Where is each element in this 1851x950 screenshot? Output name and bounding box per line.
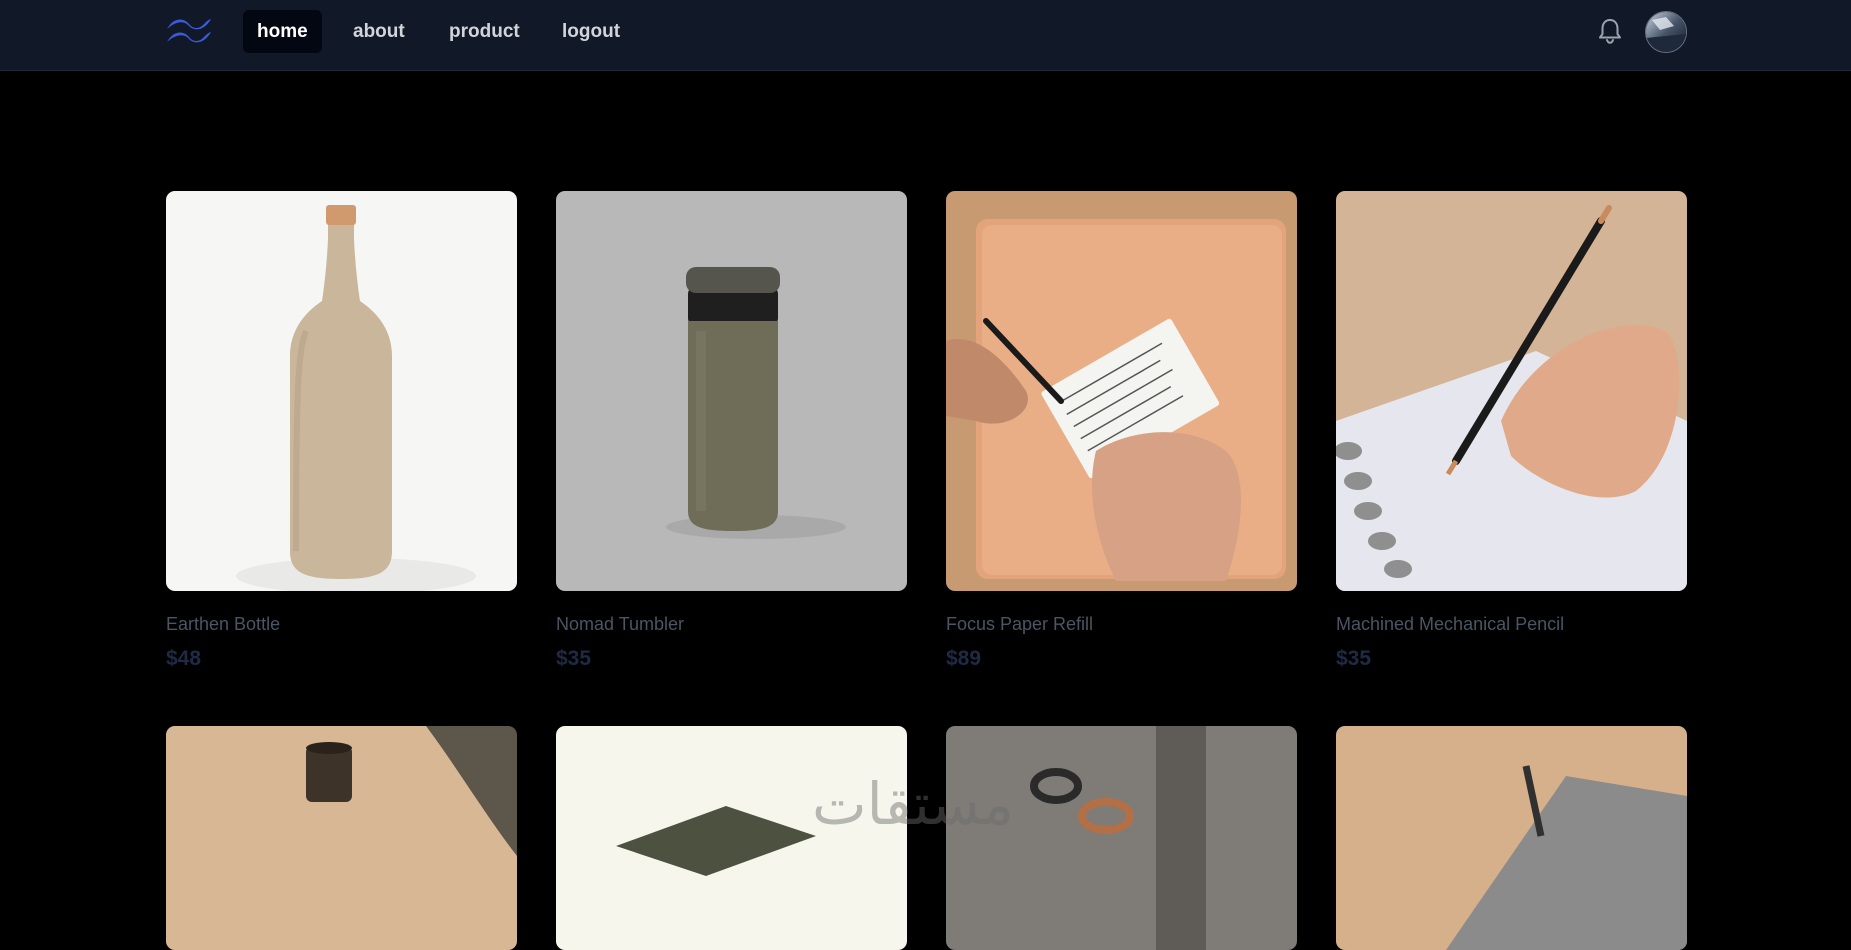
product-card-nomad-tumbler[interactable]: Nomad Tumbler $35 <box>556 191 907 673</box>
tailwind-logo-icon[interactable] <box>165 14 213 48</box>
product-price: $89 <box>946 647 982 670</box>
watermark-text: مستقات <box>812 770 1014 838</box>
product-card-earthen-bottle[interactable]: Earthen Bottle $48 <box>166 191 517 673</box>
product-image-earthen-bottle <box>166 191 517 591</box>
product-name: Machined Mechanical Pencil <box>1336 614 1565 634</box>
product-card-row2-1[interactable] <box>166 726 517 950</box>
avatar-photo <box>1646 12 1686 52</box>
product-card-row2-4[interactable] <box>1336 726 1687 950</box>
product-image <box>166 726 517 950</box>
product-image-focus-paper-refill <box>946 191 1297 591</box>
product-price: $48 <box>166 647 202 670</box>
avatar[interactable] <box>1645 11 1687 53</box>
product-price: $35 <box>1336 647 1372 670</box>
nav-home-link[interactable]: home <box>243 10 322 53</box>
product-image <box>1336 726 1687 950</box>
product-name: Focus Paper Refill <box>946 614 1094 634</box>
product-name: Nomad Tumbler <box>556 614 685 634</box>
product-image <box>946 726 1297 950</box>
product-card-focus-paper-refill[interactable]: Focus Paper Refill $89 <box>946 191 1297 673</box>
bell-icon[interactable] <box>1595 16 1625 46</box>
product-price: $35 <box>556 647 592 670</box>
top-navbar: home about product logout <box>0 0 1851 71</box>
product-image-machined-mechanical-pencil <box>1336 191 1687 591</box>
product-image <box>556 726 907 950</box>
product-image-nomad-tumbler <box>556 191 907 591</box>
nav-logout-link[interactable]: logout <box>548 10 634 53</box>
product-card-row2-3[interactable] <box>946 726 1297 950</box>
product-card-row2-2[interactable] <box>556 726 907 950</box>
product-card-machined-mechanical-pencil[interactable]: Machined Mechanical Pencil $35 <box>1336 191 1687 673</box>
nav-about-link[interactable]: about <box>339 10 419 53</box>
product-name: Earthen Bottle <box>166 614 281 634</box>
nav-product-link[interactable]: product <box>435 10 534 53</box>
